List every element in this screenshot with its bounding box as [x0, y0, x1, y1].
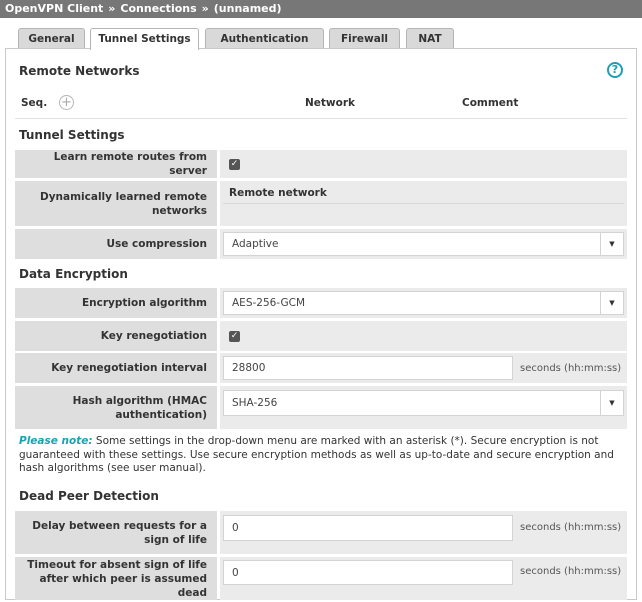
encryption-algorithm-selected-value: AES-256-GCM: [232, 297, 306, 309]
hash-algorithm-select[interactable]: SHA-256 ▼: [223, 390, 624, 416]
dpd-timeout-unit: seconds (hh:mm:ss): [520, 566, 622, 577]
key-renegotiation-interval-row: Key renegotiation interval 28800 seconds…: [15, 353, 627, 383]
compression-value: Adaptive ▼: [220, 229, 627, 259]
breadcrumb-separator: »: [108, 2, 116, 15]
learn-routes-label: Learn remote routes from server: [15, 150, 217, 178]
key-renegotiation-row: Key renegotiation ✓: [15, 321, 627, 351]
dpd-delay-value: 0 seconds (hh:mm:ss): [220, 511, 627, 554]
key-renegotiation-interval-label: Key renegotiation interval: [15, 353, 217, 383]
column-header-seq[interactable]: Seq.: [21, 97, 47, 109]
remote-network-header: Remote network: [229, 187, 327, 199]
key-renegotiation-checkbox[interactable]: ✓: [229, 331, 240, 342]
key-renegotiation-interval-unit: seconds (hh:mm:ss): [520, 362, 622, 374]
column-header-comment[interactable]: Comment: [462, 97, 518, 109]
encryption-algorithm-select[interactable]: AES-256-GCM ▼: [223, 291, 624, 315]
chevron-down-icon[interactable]: ▼: [600, 233, 623, 255]
breadcrumb-item-openvpn-client[interactable]: OpenVPN Client: [5, 2, 103, 15]
chevron-down-icon[interactable]: ▼: [600, 292, 623, 314]
tunnel-settings-title: Tunnel Settings: [19, 128, 125, 142]
hash-algorithm-selected-value: SHA-256: [232, 397, 278, 409]
tab-general[interactable]: General: [18, 28, 85, 48]
tab-nat[interactable]: NAT: [406, 28, 454, 48]
encryption-algorithm-row: Encryption algorithm AES-256-GCM ▼: [15, 288, 627, 318]
dpd-timeout-label: Timeout for absent sign of life after wh…: [15, 557, 217, 600]
key-renegotiation-interval-value: 28800 seconds (hh:mm:ss): [220, 353, 627, 383]
learned-networks-row: Dynamically learned remote networks Remo…: [15, 181, 627, 226]
tab-firewall[interactable]: Firewall: [329, 28, 400, 48]
compression-row: Use compression Adaptive ▼: [15, 229, 627, 259]
compression-selected-value: Adaptive: [232, 238, 279, 250]
key-renegotiation-value: ✓: [220, 321, 627, 351]
tab-tunnel-settings[interactable]: Tunnel Settings: [90, 28, 199, 50]
dead-peer-detection-title: Dead Peer Detection: [19, 489, 159, 503]
add-icon[interactable]: +: [59, 95, 74, 110]
table-divider: [15, 118, 627, 119]
breadcrumb-item-current: (unnamed): [213, 2, 282, 15]
key-renegotiation-label: Key renegotiation: [15, 321, 217, 351]
note-label: Please note:: [19, 435, 93, 447]
encryption-algorithm-label: Encryption algorithm: [15, 288, 217, 318]
dpd-delay-unit: seconds (hh:mm:ss): [520, 522, 622, 533]
dpd-delay-label: Delay between requests for a sign of lif…: [15, 511, 217, 554]
tab-authentication[interactable]: Authentication: [205, 28, 324, 48]
hash-algorithm-label: Hash algorithm (HMAC authentication): [15, 386, 217, 429]
learned-networks-value: Remote network: [220, 181, 627, 226]
dpd-timeout-value: 0 seconds (hh:mm:ss): [220, 557, 627, 600]
dpd-timeout-row: Timeout for absent sign of life after wh…: [15, 557, 627, 600]
learn-routes-value: ✓: [220, 150, 627, 178]
breadcrumb: OpenVPN Client » Connections » (unnamed): [0, 0, 642, 18]
hash-algorithm-value: SHA-256 ▼: [220, 386, 627, 429]
note-text: Some settings in the drop-down menu are …: [19, 435, 614, 474]
chevron-down-icon[interactable]: ▼: [600, 391, 623, 415]
breadcrumb-item-connections[interactable]: Connections: [120, 2, 196, 15]
compression-select[interactable]: Adaptive ▼: [223, 232, 624, 256]
remote-network-divider: [223, 203, 624, 204]
dpd-timeout-input[interactable]: 0: [223, 560, 513, 585]
key-renegotiation-interval-input[interactable]: 28800: [223, 356, 513, 380]
learned-networks-label: Dynamically learned remote networks: [15, 181, 217, 226]
hash-algorithm-row: Hash algorithm (HMAC authentication) SHA…: [15, 386, 627, 429]
learn-routes-checkbox[interactable]: ✓: [229, 159, 240, 170]
question-circle-icon[interactable]: ?: [607, 62, 623, 78]
dpd-delay-input[interactable]: 0: [223, 515, 513, 541]
encryption-algorithm-value: AES-256-GCM ▼: [220, 288, 627, 318]
remote-networks-title: Remote Networks: [19, 64, 140, 78]
encryption-note: Please note: Some settings in the drop-d…: [19, 435, 624, 476]
compression-label: Use compression: [15, 229, 217, 259]
breadcrumb-separator: »: [201, 2, 209, 15]
column-header-network[interactable]: Network: [305, 97, 355, 109]
dpd-delay-row: Delay between requests for a sign of lif…: [15, 511, 627, 554]
learn-routes-row: Learn remote routes from server ✓: [15, 150, 627, 178]
data-encryption-title: Data Encryption: [19, 267, 128, 281]
